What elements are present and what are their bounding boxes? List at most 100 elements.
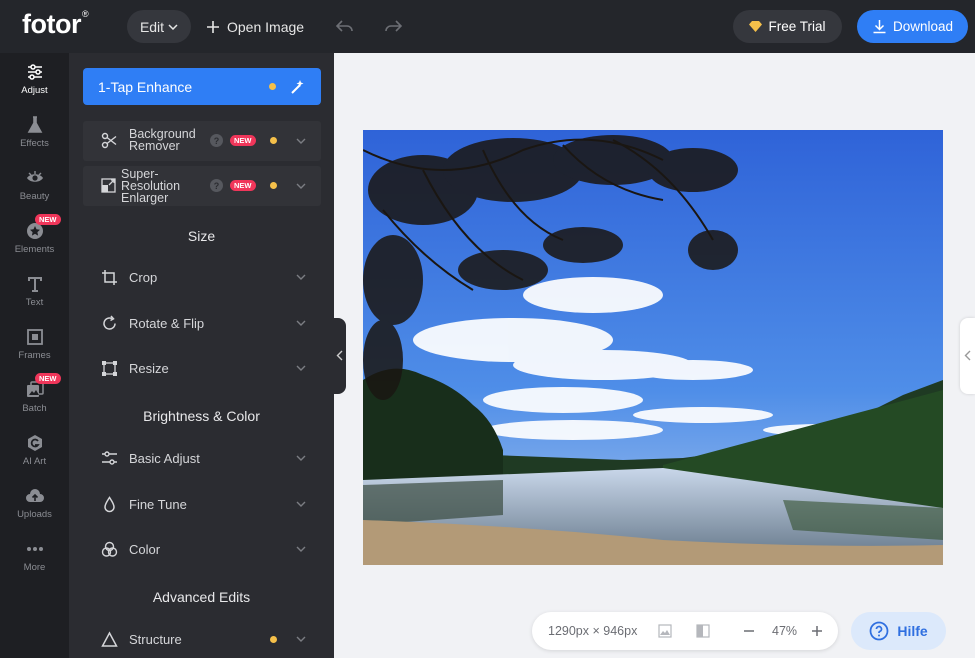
resize-icon xyxy=(102,361,117,376)
open-image-label: Open Image xyxy=(227,18,305,35)
crop-item[interactable]: Crop xyxy=(69,257,334,297)
new-badge: NEW xyxy=(35,214,61,225)
droplet-icon xyxy=(104,496,115,513)
rail-label-elements: Elements xyxy=(14,244,55,255)
fotor-logo[interactable]: fotor® xyxy=(22,9,89,40)
rail-item-text[interactable]: Text xyxy=(0,265,69,318)
zoom-out-icon[interactable] xyxy=(742,624,756,638)
canvas-photo[interactable] xyxy=(363,130,943,565)
premium-dot xyxy=(270,137,277,144)
resize-item[interactable]: Resize xyxy=(69,348,334,388)
rail-label-frames: Frames xyxy=(18,350,51,361)
rail-item-adjust[interactable]: Adjust xyxy=(0,53,69,106)
premium-dot xyxy=(269,83,276,90)
basic-adjust-item[interactable]: Basic Adjust xyxy=(69,438,334,478)
open-image-button[interactable]: Open Image xyxy=(206,10,304,43)
tool-rail: Adjust Effects Beauty NEW Elements Text … xyxy=(0,53,69,658)
rail-label-more: More xyxy=(23,562,46,573)
color-circles-icon xyxy=(101,541,118,557)
zoom-level[interactable]: 47% xyxy=(772,624,797,638)
image-dimensions: 1290px × 946px xyxy=(548,624,638,638)
image-icon[interactable] xyxy=(658,624,672,638)
super-res-line3: Enlarger xyxy=(121,191,169,205)
edit-label: Edit xyxy=(139,18,165,35)
super-resolution-item[interactable]: Super- Resolution Enlarger ? NEW xyxy=(83,166,321,206)
right-panel-handle[interactable] xyxy=(960,318,975,394)
rail-item-beauty[interactable]: Beauty xyxy=(0,159,69,212)
help-icon[interactable]: ? xyxy=(210,134,223,147)
rail-label-uploads: Uploads xyxy=(17,509,52,520)
download-label: Download xyxy=(892,19,954,34)
section-title-brightness: Brightness & Color xyxy=(143,408,260,424)
cloud-upload-icon xyxy=(25,489,44,502)
undo-icon[interactable] xyxy=(334,15,356,37)
section-title-advanced: Advanced Edits xyxy=(152,589,251,605)
chevron-down-icon xyxy=(296,546,306,552)
help-button[interactable]: Hilfe xyxy=(851,612,946,650)
fine-tune-label: Fine Tune xyxy=(129,497,187,512)
new-badge: NEW xyxy=(230,180,256,191)
canvas-status-bar: 1290px × 946px 47% xyxy=(532,612,838,650)
background-remover-item[interactable]: Background Remover ? NEW xyxy=(83,121,321,161)
free-trial-label: Free Trial xyxy=(768,19,826,34)
rail-label-batch: Batch xyxy=(22,403,47,414)
rail-item-effects[interactable]: Effects xyxy=(0,106,69,159)
rail-item-uploads[interactable]: Uploads xyxy=(0,477,69,530)
sliders-icon xyxy=(102,451,117,465)
adjust-panel: 1-Tap Enhance Background Remover ? NEW S… xyxy=(69,53,334,658)
chevron-down-icon xyxy=(296,455,306,461)
chevron-down-icon xyxy=(296,501,306,507)
fotor-editor: fotor® Edit Open Image Free Trial Downlo… xyxy=(0,0,975,658)
rotate-label: Rotate & Flip xyxy=(129,316,205,331)
lake-landscape-image xyxy=(363,130,943,565)
enhance-label: 1-Tap Enhance xyxy=(98,78,193,95)
collapse-panel-handle[interactable] xyxy=(334,318,346,394)
enlarge-icon xyxy=(101,178,116,193)
chevron-left-icon xyxy=(964,350,971,361)
free-trial-button[interactable]: Free Trial xyxy=(733,10,842,43)
chevron-down-icon xyxy=(168,23,178,30)
color-label: Color xyxy=(129,542,161,557)
premium-dot xyxy=(270,182,277,189)
redo-icon[interactable] xyxy=(382,15,404,37)
structure-item[interactable]: Structure xyxy=(69,619,334,658)
chevron-down-icon xyxy=(296,138,306,144)
rail-label-beauty: Beauty xyxy=(19,191,50,202)
rail-item-more[interactable]: More xyxy=(0,530,69,583)
sliders-icon xyxy=(27,64,42,80)
frame-icon xyxy=(26,329,43,345)
flask-icon xyxy=(27,116,42,133)
chevron-down-icon xyxy=(296,320,306,326)
color-item[interactable]: Color xyxy=(69,529,334,569)
rail-label-ai-art: AI Art xyxy=(22,456,47,467)
resize-label: Resize xyxy=(129,361,169,376)
rotate-flip-item[interactable]: Rotate & Flip xyxy=(69,303,334,343)
rail-item-batch[interactable]: NEW Batch xyxy=(0,371,69,424)
one-tap-enhance-button[interactable]: 1-Tap Enhance xyxy=(83,68,321,105)
eye-icon xyxy=(26,171,43,182)
rail-item-ai-art[interactable]: AI Art xyxy=(0,424,69,477)
crop-label: Crop xyxy=(129,270,158,285)
triangle-icon xyxy=(101,631,118,647)
question-circle-icon xyxy=(869,621,889,641)
bg-remover-line2: Remover xyxy=(129,139,180,153)
chevron-down-icon xyxy=(296,183,306,189)
more-dots-icon xyxy=(26,547,43,551)
help-icon[interactable]: ? xyxy=(210,179,223,192)
download-button[interactable]: Download xyxy=(857,10,968,43)
rail-item-elements[interactable]: NEW Elements xyxy=(0,212,69,265)
rotate-icon xyxy=(103,315,116,330)
compare-icon[interactable] xyxy=(696,624,710,638)
edit-menu-button[interactable]: Edit xyxy=(127,10,191,43)
chevron-down-icon xyxy=(296,274,306,280)
new-badge: NEW xyxy=(230,135,256,146)
help-label: Hilfe xyxy=(897,623,928,639)
fine-tune-item[interactable]: Fine Tune xyxy=(69,484,334,524)
rail-item-frames[interactable]: Frames xyxy=(0,318,69,371)
rail-label-effects: Effects xyxy=(20,138,49,149)
crop-icon xyxy=(102,270,117,285)
rail-label-text: Text xyxy=(25,297,44,308)
scissors-icon xyxy=(101,132,117,149)
zoom-in-icon[interactable] xyxy=(810,624,824,638)
download-icon xyxy=(873,20,886,34)
